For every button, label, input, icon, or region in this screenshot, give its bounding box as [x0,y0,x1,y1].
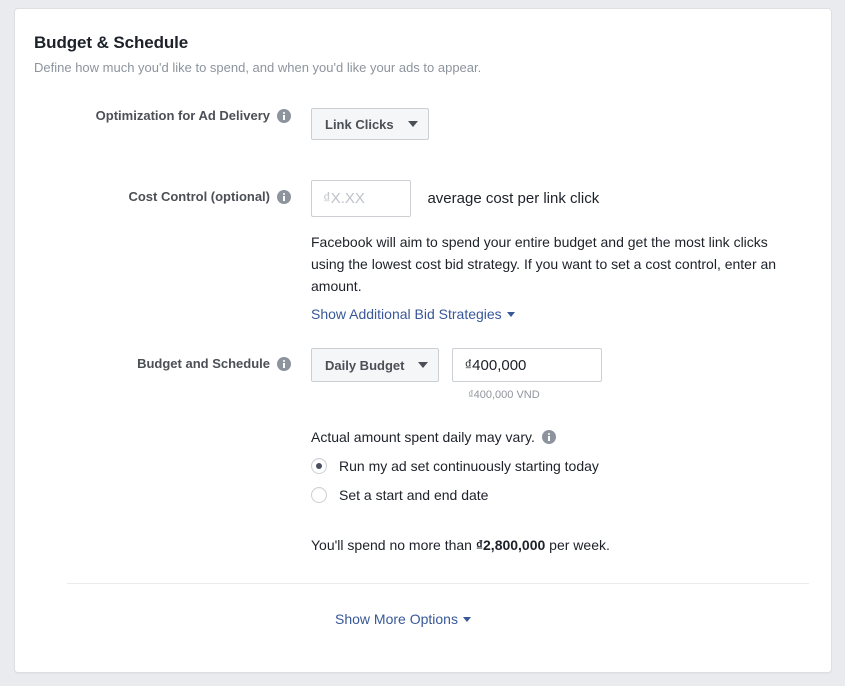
schedule-option-continuous[interactable]: Run my ad set continuously starting toda… [311,458,831,474]
budget-currency-note: ₫400,000 VND [468,389,831,401]
spend-cap-prefix: You'll spend no more than [311,537,476,553]
cost-control-field: average cost per link click Facebook wil… [291,180,831,324]
spend-cap-amount: ₫2,800,000 [476,537,545,553]
schedule-option-start-end-label: Set a start and end date [339,487,488,503]
info-icon[interactable] [277,357,291,371]
optimization-dropdown[interactable]: Link Clicks [311,108,429,140]
budget-type-dropdown[interactable]: Daily Budget [311,348,439,382]
budget-schedule-field: Daily Budget ₫400,000 VND Actual amount … [291,348,831,553]
chevron-down-icon [463,617,471,622]
chevron-down-icon [418,362,428,368]
show-additional-bid-strategies-label: Show Additional Bid Strategies [311,306,502,322]
cost-control-label-group: Cost Control (optional) [15,180,291,205]
optimization-label: Optimization for Ad Delivery [96,108,270,124]
info-icon[interactable] [542,430,556,444]
cost-control-label: Cost Control (optional) [128,189,270,205]
actual-amount-note: Actual amount spent daily may vary. [311,429,831,445]
row-cost-control: Cost Control (optional) average cost per… [15,180,831,324]
budget-schedule-label-group: Budget and Schedule [15,348,291,372]
row-optimization: Optimization for Ad Delivery Link Clicks [15,108,831,140]
schedule-option-continuous-label: Run my ad set continuously starting toda… [339,458,599,474]
cost-control-helper-text: Facebook will aim to spend your entire b… [311,231,803,297]
chevron-down-icon [507,312,515,317]
info-icon[interactable] [277,190,291,204]
budget-type-value: Daily Budget [325,358,404,373]
radio-start-end-date[interactable] [311,487,327,503]
optimization-label-group: Optimization for Ad Delivery [15,108,291,124]
info-icon[interactable] [277,109,291,123]
budget-schedule-form: Optimization for Ad Delivery Link Clicks… [15,108,831,629]
card-footer: Show More Options [15,584,831,629]
card-header: Budget & Schedule Define how much you'd … [15,9,831,76]
card-subtitle: Define how much you'd like to spend, and… [34,59,831,76]
cost-control-input-row: average cost per link click [311,180,831,217]
show-more-options-link[interactable]: Show More Options [335,611,471,627]
optimization-field: Link Clicks [291,108,831,140]
optimization-dropdown-value: Link Clicks [325,117,394,132]
schedule-option-start-end[interactable]: Set a start and end date [311,487,831,503]
spend-cap-note: You'll spend no more than ₫2,800,000 per… [311,537,831,553]
budget-schedule-card: Budget & Schedule Define how much you'd … [14,8,832,673]
spend-cap-suffix: per week. [545,537,610,553]
budget-amount-input[interactable] [452,348,602,382]
budget-schedule-label: Budget and Schedule [137,356,270,372]
actual-amount-note-label: Actual amount spent daily may vary. [311,429,535,445]
show-more-options-label: Show More Options [335,611,458,627]
row-budget-schedule: Budget and Schedule Daily Budget ₫400,00… [15,348,831,553]
budget-input-row: Daily Budget [311,348,831,382]
cost-control-suffix: average cost per link click [427,190,599,207]
page-title: Budget & Schedule [34,33,831,53]
chevron-down-icon [408,121,418,127]
show-additional-bid-strategies-link[interactable]: Show Additional Bid Strategies [311,306,515,322]
cost-control-input[interactable] [311,180,411,217]
radio-continuous[interactable] [311,458,327,474]
